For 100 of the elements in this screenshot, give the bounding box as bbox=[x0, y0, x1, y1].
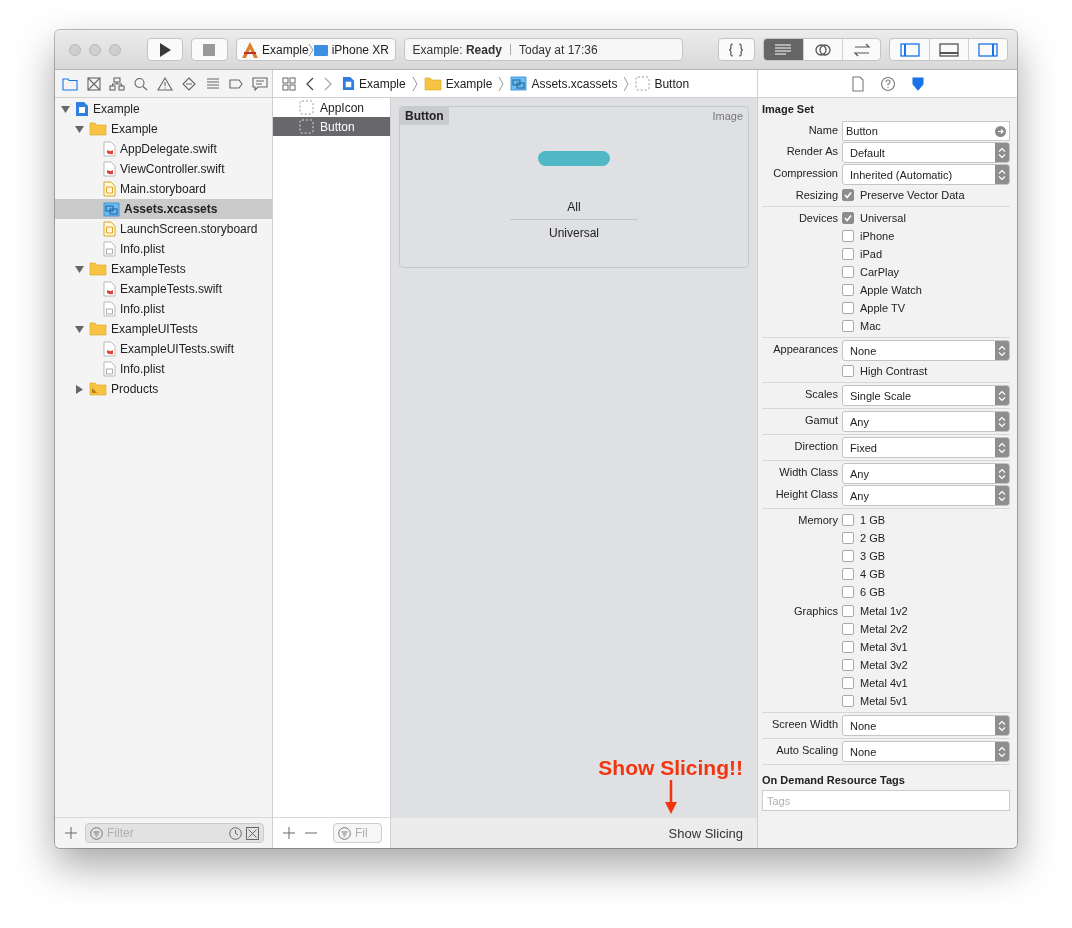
tags-field[interactable]: Tags bbox=[762, 790, 1010, 811]
file-tree-item[interactable]: Info.plist bbox=[55, 239, 272, 259]
field-label: Scales bbox=[803, 387, 838, 402]
file-tree-item[interactable]: ExampleUITests.swift bbox=[55, 339, 272, 359]
checkbox-option[interactable]: Metal 4v1 bbox=[842, 674, 1010, 692]
stop-icon bbox=[203, 43, 216, 56]
asset-catalog-icon bbox=[103, 201, 120, 217]
issue-navigator-icon bbox=[157, 76, 173, 91]
file-tree-item[interactable]: Info.plist bbox=[55, 299, 272, 319]
stepper-arrows-icon bbox=[998, 467, 1006, 480]
file-tree-item[interactable]: ExampleUITests bbox=[55, 319, 272, 339]
file-tree-item[interactable]: LaunchScreen.storyboard bbox=[55, 219, 272, 239]
checkbox-option[interactable]: Metal 5v1 bbox=[842, 692, 1010, 710]
file-tree-item[interactable]: ExampleTests.swift bbox=[55, 279, 272, 299]
stepper-arrows-icon bbox=[998, 441, 1006, 454]
library-button[interactable] bbox=[717, 38, 755, 61]
file-tree-item[interactable]: AppDelegate.swift bbox=[55, 139, 272, 159]
popup-menu[interactable]: None bbox=[842, 340, 1010, 361]
file-tree-item[interactable]: Example bbox=[55, 119, 272, 139]
braces-icon bbox=[728, 42, 745, 57]
checkbox-option[interactable]: Metal 2v2 bbox=[842, 620, 1010, 638]
checkbox-option[interactable]: Apple TV bbox=[842, 299, 1010, 317]
show-slicing-button[interactable]: Show Slicing bbox=[668, 825, 743, 841]
checkbox-option[interactable]: CarPlay bbox=[842, 263, 1010, 281]
asset-list-item[interactable]: AppIcon bbox=[273, 98, 390, 117]
annotation-text: Show Slicing!! bbox=[598, 756, 743, 780]
filter-field[interactable]: Fil bbox=[333, 823, 382, 843]
project-icon bbox=[75, 101, 89, 117]
name-field[interactable]: Button bbox=[842, 121, 1010, 141]
disclosure-triangle-icon[interactable] bbox=[75, 384, 84, 394]
stop-button[interactable] bbox=[191, 38, 228, 61]
add-button[interactable] bbox=[281, 825, 297, 841]
checkbox-option[interactable]: 2 GB bbox=[842, 529, 1010, 547]
filter-input[interactable]: Fil bbox=[355, 826, 377, 840]
clock-icon[interactable] bbox=[229, 826, 242, 840]
file-tree-item[interactable]: Info.plist bbox=[55, 359, 272, 379]
field-label: Appearances bbox=[772, 342, 838, 357]
checkbox-option[interactable]: Apple Watch bbox=[842, 281, 1010, 299]
checkbox-option[interactable]: Metal 3v1 bbox=[842, 638, 1010, 656]
scheme-name[interactable]: Example bbox=[261, 42, 309, 57]
stepper-arrows-icon bbox=[998, 719, 1006, 732]
checkbox-option[interactable]: 4 GB bbox=[842, 565, 1010, 583]
asset-list-item[interactable]: Button bbox=[273, 117, 390, 136]
folder-icon bbox=[89, 322, 107, 336]
checkbox-option[interactable]: Universal bbox=[842, 209, 1010, 227]
file-tree-item[interactable]: Main.storyboard bbox=[55, 179, 272, 199]
disclosure-triangle-icon[interactable] bbox=[75, 324, 84, 334]
popup-menu[interactable]: None bbox=[842, 715, 1010, 736]
file-tree-item[interactable]: Products bbox=[55, 379, 272, 399]
popup-menu[interactable]: Any bbox=[842, 411, 1010, 432]
checkbox-option[interactable]: iPhone bbox=[842, 227, 1010, 245]
popup-menu[interactable]: Default bbox=[842, 142, 1010, 163]
checkbox-option[interactable]: 1 GB bbox=[842, 511, 1010, 529]
swift-file-icon bbox=[103, 161, 116, 177]
breadcrumb[interactable]: Example bbox=[342, 76, 406, 91]
run-button[interactable] bbox=[147, 38, 183, 61]
related-items-icon[interactable] bbox=[282, 76, 296, 91]
go-arrow-icon[interactable] bbox=[995, 125, 1006, 137]
test-navigator-icon bbox=[180, 76, 197, 91]
image-set-title: Button bbox=[400, 107, 449, 125]
checkbox-option[interactable]: iPad bbox=[842, 245, 1010, 263]
breadcrumb[interactable]: Assets.xcassets bbox=[510, 76, 618, 91]
storyboard-file-icon bbox=[103, 221, 116, 237]
button-image-preview[interactable] bbox=[538, 151, 610, 166]
section-title: Image Set bbox=[762, 102, 815, 117]
field-label: Compression bbox=[772, 166, 838, 181]
popup-menu[interactable]: Any bbox=[842, 485, 1010, 506]
field-label: Auto Scaling bbox=[775, 743, 838, 758]
play-icon bbox=[158, 41, 172, 58]
project-navigator-icon bbox=[61, 76, 78, 91]
popup-menu[interactable]: Fixed bbox=[842, 437, 1010, 458]
checkbox-option[interactable]: Metal 1v2 bbox=[842, 602, 1010, 620]
popup-menu[interactable]: None bbox=[842, 741, 1010, 762]
file-tree-item[interactable]: Assets.xcassets bbox=[55, 199, 272, 219]
popup-menu[interactable]: Single Scale bbox=[842, 385, 1010, 406]
checkbox-option[interactable]: 3 GB bbox=[842, 547, 1010, 565]
file-tree-item[interactable]: ViewController.swift bbox=[55, 159, 272, 179]
device-name[interactable]: iPhone XR bbox=[331, 42, 390, 57]
checkbox-option[interactable]: Metal 3v2 bbox=[842, 656, 1010, 674]
checkbox-option[interactable]: High Contrast bbox=[842, 362, 1010, 380]
standard-editor-button[interactable] bbox=[763, 39, 803, 60]
field-label: Gamut bbox=[804, 413, 838, 428]
filter-icon bbox=[338, 826, 351, 840]
popup-menu[interactable]: Any bbox=[842, 463, 1010, 484]
popup-menu[interactable]: Inherited (Automatic) bbox=[842, 164, 1010, 185]
checkbox-option[interactable]: 6 GB bbox=[842, 583, 1010, 601]
swift-file-icon bbox=[103, 141, 116, 157]
file-tree-item[interactable]: Example bbox=[55, 99, 272, 119]
file-tree-item[interactable]: ExampleTests bbox=[55, 259, 272, 279]
breadcrumb[interactable]: Example bbox=[423, 76, 493, 91]
panel-layout-icon bbox=[939, 42, 960, 57]
source-control-icon[interactable] bbox=[246, 826, 259, 840]
add-button[interactable] bbox=[63, 825, 79, 841]
device-icon bbox=[312, 42, 329, 57]
breadcrumb[interactable]: Button bbox=[635, 76, 690, 91]
checkbox-option[interactable]: Preserve Vector Data bbox=[842, 186, 1010, 204]
field-label: Graphics bbox=[792, 604, 838, 619]
disclosure-triangle-icon[interactable] bbox=[75, 264, 84, 274]
checkbox-option[interactable]: Mac bbox=[842, 317, 1010, 335]
breakpoint-navigator-icon bbox=[228, 76, 245, 91]
